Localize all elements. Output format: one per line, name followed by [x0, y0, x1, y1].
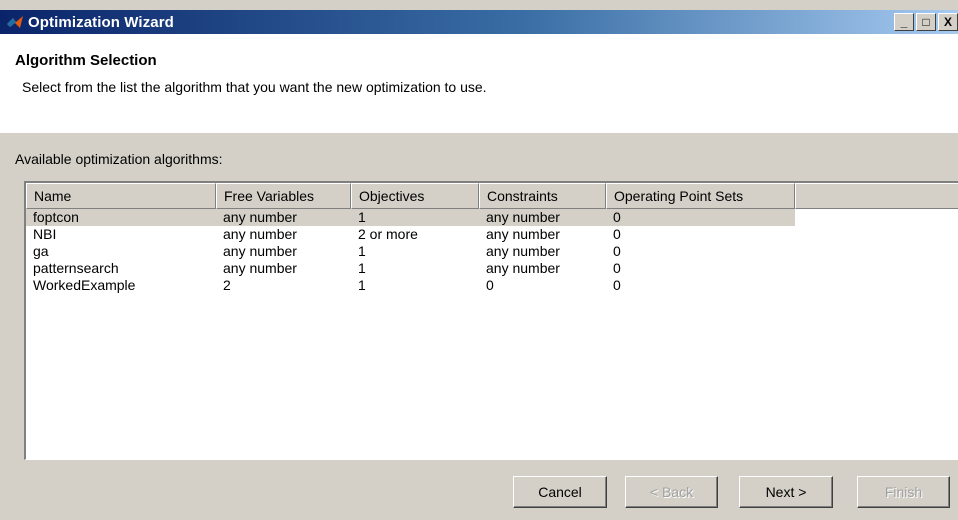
table-row-ga[interactable]: ga any number 1 any number 0: [26, 243, 958, 260]
table-cell: 2 or more: [358, 226, 418, 242]
table-cell: 0: [613, 243, 621, 259]
algorithms-list-label: Available optimization algorithms:: [15, 151, 223, 167]
step-title: Algorithm Selection: [15, 52, 157, 69]
table-cell: WorkedExample: [33, 277, 136, 293]
table-cell: 1: [358, 277, 366, 293]
header-panel: Algorithm Selection Select from the list…: [0, 34, 958, 133]
table-row-foptcon[interactable]: foptcon any number 1 any number 0: [26, 209, 958, 226]
column-header-constraints[interactable]: Constraints: [479, 183, 606, 209]
title-bar[interactable]: Optimization Wizard _ □ X: [0, 10, 958, 34]
table-cell: ga: [33, 243, 49, 259]
table-cell: 1: [358, 260, 366, 276]
window-controls: _ □ X: [894, 13, 958, 31]
table-cell: 0: [486, 277, 494, 293]
table-cell: NBI: [33, 226, 57, 242]
column-header-filler: [795, 183, 958, 209]
table-cell: 0: [606, 209, 795, 226]
window-title: Optimization Wizard: [28, 13, 174, 31]
table-cell: any number: [479, 209, 606, 226]
close-button[interactable]: X: [938, 13, 958, 31]
table-cell: any number: [223, 226, 297, 242]
maximize-icon: □: [922, 15, 930, 29]
finish-button[interactable]: Finish: [857, 476, 950, 508]
column-header-objectives[interactable]: Objectives: [351, 183, 479, 209]
table-cell: any number: [216, 209, 351, 226]
table-row-workedexample[interactable]: WorkedExample 2 1 0 0: [26, 277, 958, 294]
table-cell: patternsearch: [33, 260, 119, 276]
column-header-name[interactable]: Name: [26, 183, 216, 209]
column-header-operating-point-sets[interactable]: Operating Point Sets: [606, 183, 795, 209]
table-cell: any number: [486, 260, 560, 276]
header-divider: [0, 132, 958, 133]
table-cell: 0: [613, 226, 621, 242]
table-row-nbi[interactable]: NBI any number 2 or more any number 0: [26, 226, 958, 243]
table-cell: 1: [358, 243, 366, 259]
table-header: Name Free Variables Objectives Constrain…: [26, 183, 958, 209]
column-header-free-variables[interactable]: Free Variables: [216, 183, 351, 209]
table-cell: any number: [223, 243, 297, 259]
next-button[interactable]: Next >: [739, 476, 833, 508]
back-button[interactable]: < Back: [625, 476, 718, 508]
close-icon: X: [943, 15, 952, 29]
table-cell: 0: [613, 260, 621, 276]
matlab-logo-icon: [4, 13, 26, 31]
table-cell: 0: [613, 277, 621, 293]
maximize-button[interactable]: □: [916, 13, 936, 31]
optimization-wizard-window: Optimization Wizard _ □ X Algorithm Sele…: [0, 0, 958, 520]
algorithms-table[interactable]: Name Free Variables Objectives Constrain…: [24, 181, 958, 460]
step-description: Select from the list the algorithm that …: [22, 79, 487, 95]
cancel-button[interactable]: Cancel: [513, 476, 607, 508]
table-cell: foptcon: [26, 209, 216, 226]
table-cell: any number: [486, 243, 560, 259]
table-cell: 2: [223, 277, 231, 293]
table-cell: 1: [351, 209, 479, 226]
table-cell: any number: [486, 226, 560, 242]
minimize-button[interactable]: _: [894, 13, 914, 31]
table-row-patternsearch[interactable]: patternsearch any number 1 any number 0: [26, 260, 958, 277]
table-cell: any number: [223, 260, 297, 276]
minimize-icon: _: [900, 15, 908, 29]
